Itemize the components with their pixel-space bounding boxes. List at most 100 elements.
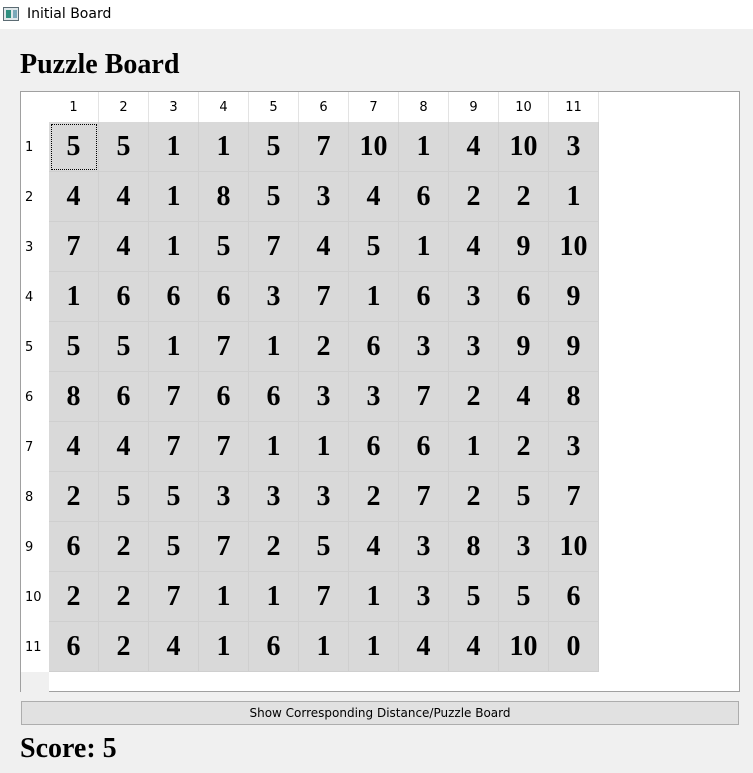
board-cell[interactable]: 4	[449, 622, 499, 672]
board-cell[interactable]: 1	[149, 322, 199, 372]
row-header[interactable]: 5	[21, 322, 49, 372]
board-cell[interactable]: 5	[249, 172, 299, 222]
board-cell[interactable]: 1	[349, 622, 399, 672]
board-cell[interactable]: 2	[299, 322, 349, 372]
board-cell[interactable]: 1	[299, 422, 349, 472]
board-cell[interactable]: 8	[549, 372, 599, 422]
column-header[interactable]: 2	[99, 92, 149, 122]
board-cell[interactable]: 6	[399, 422, 449, 472]
board-cell[interactable]: 1	[349, 272, 399, 322]
board-cell[interactable]: 1	[199, 622, 249, 672]
puzzle-board-table[interactable]: 1 2 3 4 5 6 7 8 9 10 11 1 2 3 4 5 6 7 8 9 10 11 5 5 1 1 5 7 10 1 4 10 3 4…	[20, 91, 740, 692]
board-cell[interactable]: 1	[199, 122, 249, 172]
board-cell[interactable]: 6	[49, 622, 99, 672]
column-header[interactable]: 6	[299, 92, 349, 122]
board-cell[interactable]: 7	[549, 472, 599, 522]
board-cell[interactable]: 3	[199, 472, 249, 522]
board-cell[interactable]: 8	[49, 372, 99, 422]
board-cell[interactable]: 5	[49, 322, 99, 372]
row-header[interactable]: 8	[21, 472, 49, 522]
board-cell[interactable]: 3	[549, 122, 599, 172]
board-cell[interactable]: 3	[549, 422, 599, 472]
board-cell[interactable]: 10	[549, 222, 599, 272]
board-cell[interactable]: 6	[399, 272, 449, 322]
board-cell[interactable]: 7	[199, 322, 249, 372]
board-cell[interactable]: 2	[449, 472, 499, 522]
board-cell[interactable]: 3	[499, 522, 549, 572]
board-cell[interactable]: 3	[399, 572, 449, 622]
board-cell[interactable]: 3	[249, 472, 299, 522]
board-cell[interactable]: 1	[149, 172, 199, 222]
row-header[interactable]: 10	[21, 572, 49, 622]
board-cell[interactable]: 6	[49, 522, 99, 572]
board-cell[interactable]: 4	[99, 222, 149, 272]
board-cell[interactable]: 3	[299, 172, 349, 222]
board-cell[interactable]: 7	[299, 572, 349, 622]
column-header[interactable]: 1	[49, 92, 99, 122]
board-cell[interactable]: 5	[99, 122, 149, 172]
board-cell[interactable]: 1	[249, 322, 299, 372]
board-cell[interactable]: 1	[199, 572, 249, 622]
board-cell[interactable]: 1	[299, 622, 349, 672]
board-cell[interactable]: 1	[549, 172, 599, 222]
board-cell[interactable]: 8	[199, 172, 249, 222]
board-cell[interactable]: 3	[299, 472, 349, 522]
column-header[interactable]: 9	[449, 92, 499, 122]
board-cell[interactable]: 3	[399, 322, 449, 372]
board-cell[interactable]: 5	[499, 472, 549, 522]
row-header[interactable]: 1	[21, 122, 49, 172]
board-cell[interactable]: 6	[249, 372, 299, 422]
board-cell[interactable]: 6	[399, 172, 449, 222]
board-cell[interactable]: 2	[449, 372, 499, 422]
board-cell[interactable]: 6	[199, 372, 249, 422]
board-cell[interactable]: 6	[349, 322, 399, 372]
column-header[interactable]: 7	[349, 92, 399, 122]
board-cell[interactable]: 1	[49, 272, 99, 322]
board-cell[interactable]: 7	[249, 222, 299, 272]
board-cell[interactable]: 1	[249, 572, 299, 622]
row-header[interactable]: 7	[21, 422, 49, 472]
board-cell[interactable]: 6	[149, 272, 199, 322]
row-header[interactable]: 4	[21, 272, 49, 322]
board-cell[interactable]: 4	[349, 522, 399, 572]
board-cell[interactable]: 1	[149, 222, 199, 272]
board-cell[interactable]: 4	[399, 622, 449, 672]
board-cell[interactable]: 3	[299, 372, 349, 422]
board-cell[interactable]: 3	[449, 322, 499, 372]
column-header[interactable]: 10	[499, 92, 549, 122]
column-header[interactable]: 8	[399, 92, 449, 122]
board-cell[interactable]: 5	[249, 122, 299, 172]
board-cell[interactable]: 7	[149, 372, 199, 422]
row-header[interactable]: 3	[21, 222, 49, 272]
board-cell[interactable]: 2	[49, 472, 99, 522]
board-cell[interactable]: 3	[349, 372, 399, 422]
board-cell[interactable]: 7	[199, 522, 249, 572]
board-cell[interactable]: 5	[99, 472, 149, 522]
board-cell[interactable]: 5	[149, 522, 199, 572]
board-cell[interactable]: 5	[449, 572, 499, 622]
board-cell[interactable]: 3	[449, 272, 499, 322]
board-cell[interactable]: 5	[299, 522, 349, 572]
board-cell[interactable]: 1	[449, 422, 499, 472]
board-cell[interactable]: 2	[99, 572, 149, 622]
board-cell[interactable]: 4	[99, 422, 149, 472]
board-cell[interactable]: 5	[199, 222, 249, 272]
board-cell[interactable]: 10	[499, 622, 549, 672]
board-cell[interactable]: 5	[499, 572, 549, 622]
board-cell[interactable]: 3	[249, 272, 299, 322]
board-cell[interactable]: 6	[349, 422, 399, 472]
board-cell[interactable]: 3	[399, 522, 449, 572]
board-cell[interactable]: 10	[499, 122, 549, 172]
board-cell[interactable]: 4	[449, 222, 499, 272]
board-cell[interactable]: 2	[99, 522, 149, 572]
board-cell[interactable]: 4	[499, 372, 549, 422]
board-cell[interactable]: 10	[549, 522, 599, 572]
board-cell[interactable]: 7	[149, 422, 199, 472]
board-cell[interactable]: 2	[249, 522, 299, 572]
show-distance-board-button[interactable]: Show Corresponding Distance/Puzzle Board	[21, 701, 739, 725]
row-header[interactable]: 9	[21, 522, 49, 572]
board-cell[interactable]: 0	[549, 622, 599, 672]
board-cell[interactable]: 7	[399, 372, 449, 422]
board-cell[interactable]: 7	[399, 472, 449, 522]
board-cell[interactable]: 2	[349, 472, 399, 522]
